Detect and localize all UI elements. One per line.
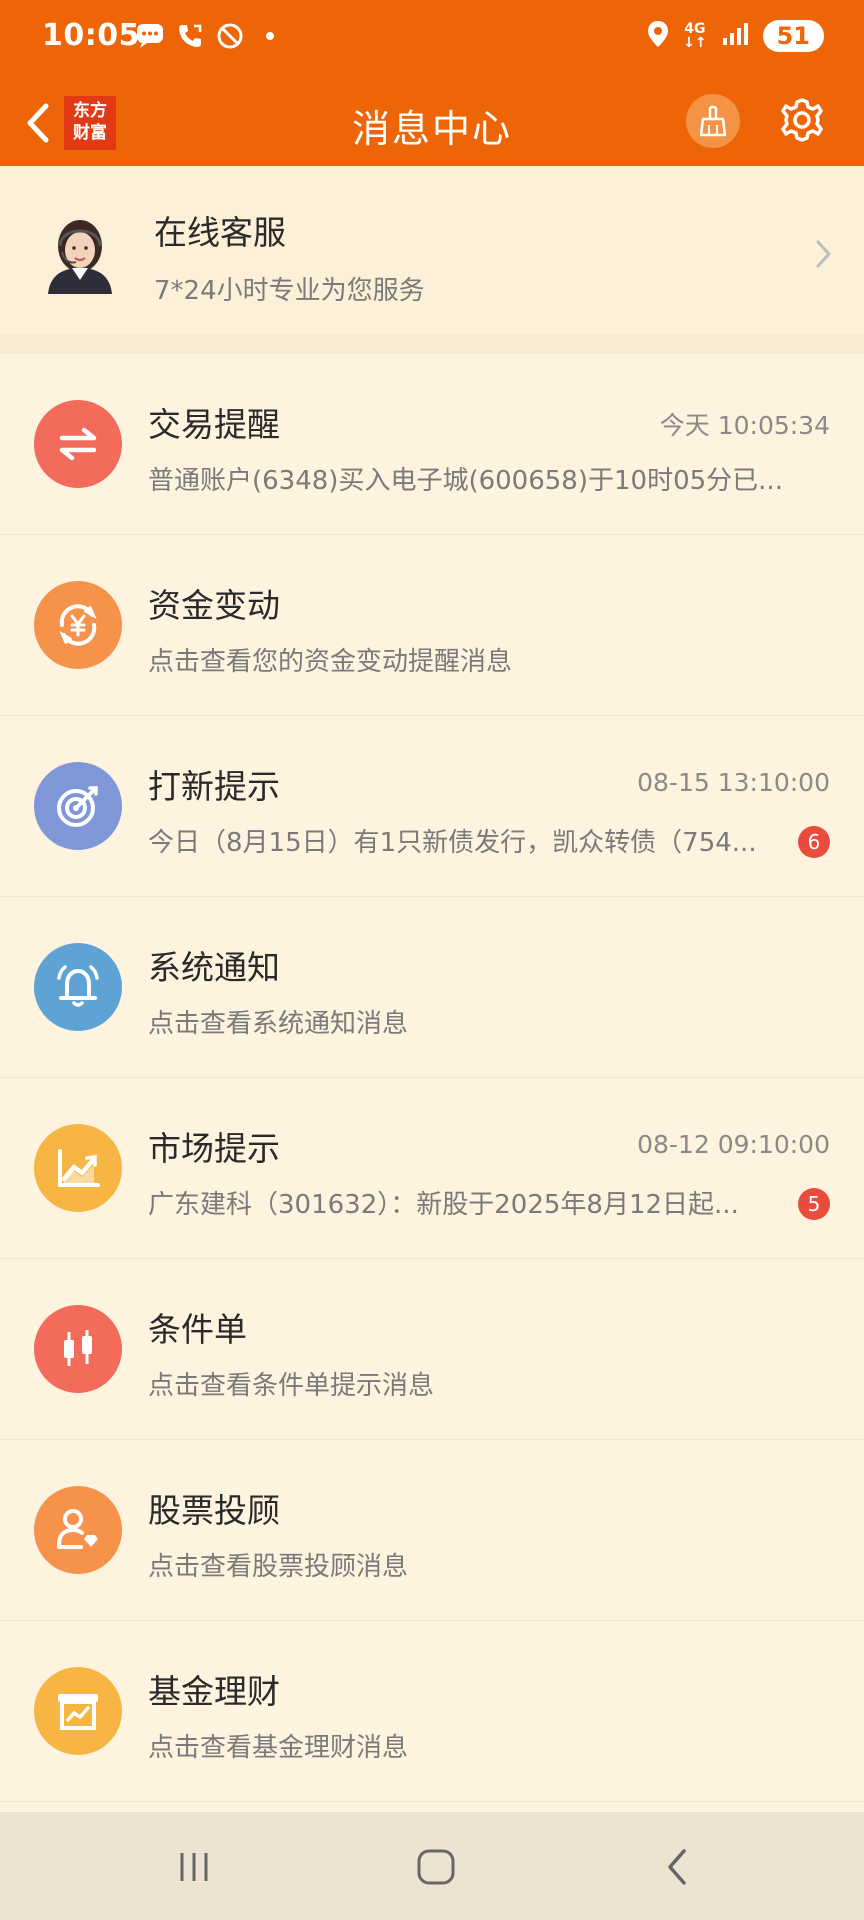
message-preview: 点击查看股票投顾消息 [148,1552,409,1582]
chevron-right-icon [814,236,834,272]
status-bar: 10:05 4G ↓↑ 51 [0,0,864,80]
recent-apps-button[interactable] [164,1842,224,1892]
message-title: 股票投顾 [148,1491,280,1530]
message-title: 条件单 [148,1310,247,1349]
message-time: 今天 10:05:34 [659,411,830,440]
message-time: 08-15 13:10:00 [637,768,830,797]
home-button[interactable] [406,1842,466,1892]
message-item-advisor[interactable]: 股票投顾 点击查看股票投顾消息 [0,1440,864,1621]
message-item-trade[interactable]: 交易提醒 今天 10:05:34 普通账户(6348)买入电子城(600658)… [0,354,864,535]
fund-icon [34,1667,122,1755]
message-icon [136,22,164,50]
service-avatar [42,212,118,294]
message-preview: 今日（8月15日）有1只新债发行，凯众转债（754... [148,828,757,858]
target-icon [34,762,122,850]
message-time: 08-12 09:10:00 [637,1130,830,1159]
data-arrows-icon: ↓↑ [683,35,707,51]
home-icon [417,1849,455,1885]
recent-apps-icon [180,1853,208,1881]
clear-messages-button[interactable] [686,94,740,148]
location-icon [647,20,669,52]
broom-icon [699,105,727,137]
online-service-card[interactable]: 在线客服 7*24小时专业为您服务 [0,166,864,334]
message-preview: 普通账户(6348)买入电子城(600658)于10时05分已... [148,466,783,496]
navigation-bar: 东方 财富 消息中心 [0,80,864,166]
message-item-conditional-order[interactable]: 条件单 点击查看条件单提示消息 [0,1259,864,1440]
message-item-funds[interactable]: 资金变动 点击查看您的资金变动提醒消息 [0,535,864,716]
message-item-market[interactable]: 市场提示 08-12 09:10:00 广东建科（301632）：新股于2025… [0,1078,864,1259]
bell-icon [34,943,122,1031]
message-list: 交易提醒 今天 10:05:34 普通账户(6348)买入电子城(600658)… [0,354,864,1802]
advisor-icon [34,1486,122,1574]
message-title: 系统通知 [148,948,280,987]
yuan-cycle-icon [34,581,122,669]
message-title: 基金理财 [148,1672,280,1711]
system-back-button[interactable] [648,1842,708,1892]
message-item-ipo[interactable]: 打新提示 08-15 13:10:00 今日（8月15日）有1只新债发行，凯众转… [0,716,864,897]
gear-icon [781,98,823,142]
message-preview: 点击查看您的资金变动提醒消息 [148,647,513,677]
status-time: 10:05 [42,18,140,53]
network-type: 4G ↓↑ [683,22,706,50]
battery-indicator: 51 [762,20,824,52]
back-icon [668,1849,686,1885]
message-item-system[interactable]: 系统通知 点击查看系统通知消息 [0,897,864,1078]
status-right: 4G ↓↑ 51 [647,20,824,52]
call-icon [176,22,204,50]
network-label: 4G [684,21,706,37]
service-subtitle: 7*24小时专业为您服务 [154,276,425,306]
message-title: 打新提示 [148,767,280,806]
unread-badge: 6 [798,826,830,858]
unread-badge: 5 [798,1188,830,1220]
dot-icon [256,22,284,50]
message-title: 市场提示 [148,1129,280,1168]
section-divider [0,334,864,354]
message-preview: 点击查看基金理财消息 [148,1733,409,1763]
exchange-icon [34,400,122,488]
candlestick-icon [34,1305,122,1393]
message-preview: 点击查看系统通知消息 [148,1009,409,1039]
trend-chart-icon [34,1124,122,1212]
message-item-fund[interactable]: 基金理财 点击查看基金理财消息 [0,1621,864,1802]
blocked-icon [216,22,244,50]
message-title: 资金变动 [148,586,280,625]
settings-button[interactable] [774,92,830,148]
system-navigation-bar [0,1812,864,1920]
signal-icon [721,22,749,50]
message-preview: 点击查看条件单提示消息 [148,1371,435,1401]
message-title: 交易提醒 [148,405,280,444]
message-preview: 广东建科（301632）：新股于2025年8月12日起... [148,1190,739,1220]
notification-icons [136,22,284,50]
service-title: 在线客服 [154,213,286,252]
